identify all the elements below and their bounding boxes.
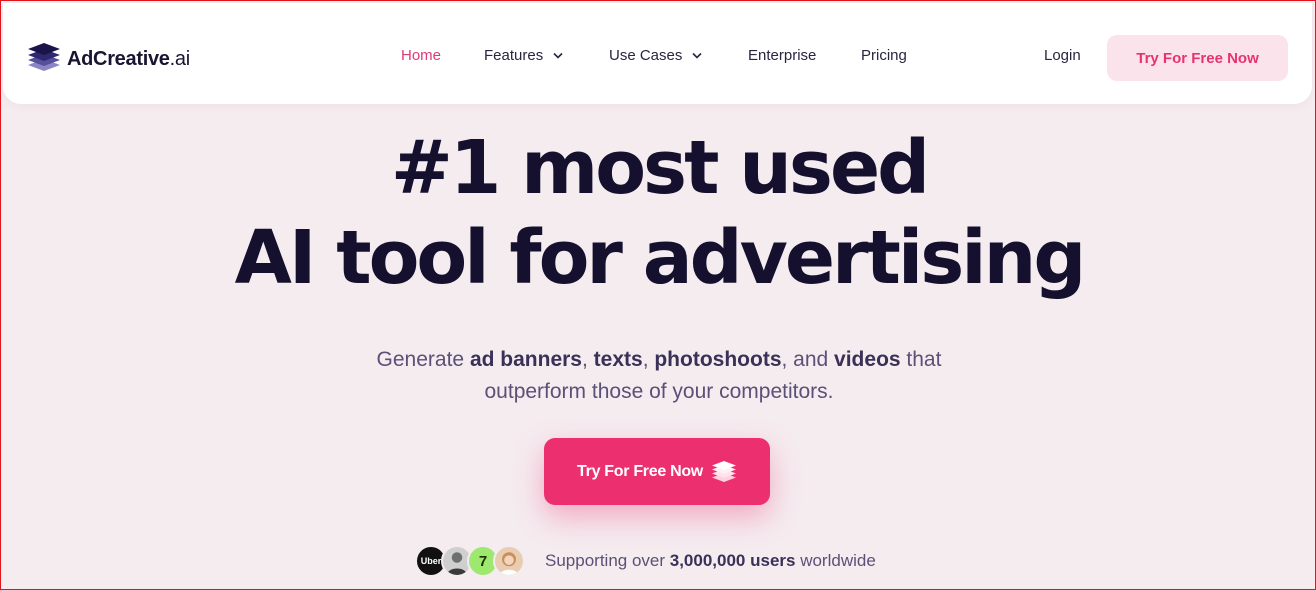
brand-name: AdCreative.ai [67,48,190,70]
brand-logo[interactable]: AdCreative.ai [27,41,190,78]
user-avatar-woman [493,545,525,577]
chevron-down-icon [692,52,702,59]
try-free-hero-button[interactable]: Try For Free Now [544,438,770,505]
stacked-layers-icon [711,460,736,482]
hero-subtitle-line1: Generate ad banners, texts, photoshoots,… [376,348,942,371]
top-navbar: AdCreative.ai Home Features Use Cases En… [3,3,1312,104]
nav-features-label: Features [484,47,544,64]
nav-features[interactable]: Features [484,47,563,64]
nav-home[interactable]: Home [401,47,441,64]
nav-home-label: Home [401,47,442,64]
nav-pricing[interactable]: Pricing [861,47,907,64]
nav-enterprise[interactable]: Enterprise [748,47,816,64]
chevron-down-icon [553,52,563,59]
hero-title-line2: AI tool for advertising [234,215,1087,301]
hero-title-line1: #1 most used [390,125,930,211]
stacked-layers-icon [27,41,61,78]
nav-use-cases[interactable]: Use Cases [609,47,702,64]
nav-enterprise-label: Enterprise [748,47,817,64]
try-free-nav-button[interactable]: Try For Free Now [1107,35,1288,81]
hero-subtitle-line2: outperform those of your competitors. [484,380,834,403]
hero-subtitle: Generate ad banners, texts, photoshoots,… [1,344,1316,408]
login-link[interactable]: Login [1044,47,1081,64]
nav-use-cases-label: Use Cases [609,47,683,64]
try-free-hero-label: Try For Free Now [577,462,703,480]
users-count-text: Supporting over 3,000,000 users worldwid… [545,551,876,570]
social-proof: Uber 7 Supporting over 3,000,000 users w… [415,545,876,577]
nav-pricing-label: Pricing [861,47,907,64]
